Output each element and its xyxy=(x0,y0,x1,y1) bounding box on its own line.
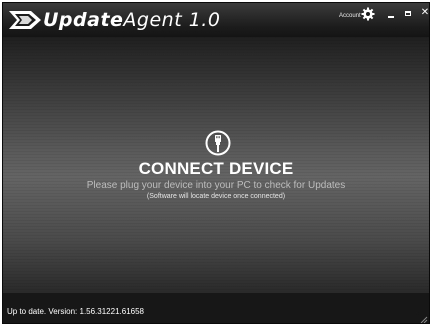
status-text: Up to date. Version: 1.56.31221.61658 xyxy=(7,307,144,316)
connect-note: (Software will locate device once connec… xyxy=(146,193,286,200)
app-title-bold: Update xyxy=(43,9,124,31)
app-logo: UpdateAgent 1.0 xyxy=(7,7,220,33)
connect-panel: CONNECT DEVICE Please plug your device i… xyxy=(3,37,429,292)
minimize-button[interactable] xyxy=(384,6,398,20)
resize-grip-icon[interactable] xyxy=(420,316,428,324)
arrow-logo-icon xyxy=(9,11,41,29)
app-title-light: Agent 1.0 xyxy=(123,9,221,31)
close-icon: ✕ xyxy=(420,7,430,18)
app-title: UpdateAgent 1.0 xyxy=(43,9,220,31)
usb-plug-icon xyxy=(205,130,231,156)
minimize-icon xyxy=(388,16,394,18)
connect-instruction: Please plug your device into your PC to … xyxy=(86,180,346,191)
status-bar: Up to date. Version: 1.56.31221.61658 xyxy=(3,292,429,324)
connect-heading: CONNECT DEVICE xyxy=(138,159,294,178)
gear-icon[interactable] xyxy=(361,7,375,21)
maximize-icon xyxy=(405,11,411,16)
title-bar[interactable]: UpdateAgent 1.0 Account ✕ xyxy=(3,3,429,37)
maximize-button[interactable] xyxy=(401,6,415,20)
app-window: UpdateAgent 1.0 Account ✕ CONNECT DEVICE… xyxy=(2,2,430,324)
close-button[interactable]: ✕ xyxy=(418,6,430,20)
account-label[interactable]: Account xyxy=(339,12,361,20)
